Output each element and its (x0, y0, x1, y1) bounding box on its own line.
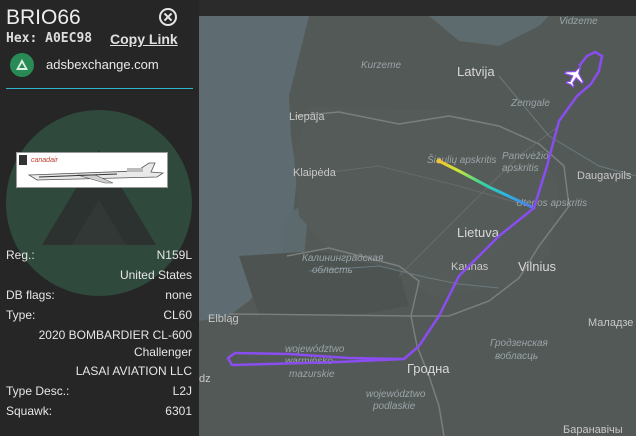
aircraft-info-panel: BRIO66 Hex: A0EC98 Copy Link adsbexchang… (0, 0, 199, 436)
squawk-label: Squawk: (6, 404, 53, 418)
map-label-hrodna-obl-2: вобласць (495, 350, 538, 362)
map-top-bar (199, 0, 636, 16)
adsb-logo-icon[interactable] (10, 53, 34, 77)
map-label-daugavpils: Daugavpils (577, 170, 632, 182)
close-icon[interactable] (159, 8, 177, 26)
gulf-of-riga (429, 16, 549, 46)
photo-caption: canadair (31, 157, 59, 164)
map-label-warminsko-3: mazurskie (289, 369, 335, 380)
squawk-value: 6301 (165, 404, 192, 418)
hex-code: Hex: A0EC98 (6, 31, 92, 46)
type-value: CL60 (163, 308, 192, 322)
map-label-liepaja: Liepāja (289, 111, 325, 123)
site-link[interactable]: adsbexchange.com (46, 57, 159, 72)
owner-value: LASAI AVIATION LLC (75, 364, 192, 378)
map-label-zemgale: Zemgale (510, 98, 550, 109)
map-label-malade: Маладзе (588, 317, 633, 329)
map-label-klaipeda: Klaipėda (293, 167, 337, 179)
model-value: 2020 BOMBARDIER CL-600 (38, 328, 192, 342)
model-subvalue: Challenger (133, 345, 192, 359)
map-label-baranavichy: Баранавічы (563, 424, 623, 436)
map-label-hrodna: Гродна (407, 361, 450, 376)
type-label: Type: (6, 308, 36, 322)
divider (6, 88, 193, 89)
map-view[interactable]: Vidzeme Kurzeme Latvija Zemgale Liepāja … (199, 16, 636, 436)
db-flags-value: none (165, 288, 192, 302)
reg-value: N159L (156, 248, 192, 262)
map-label-dz: dz (199, 373, 211, 385)
country-value: United States (119, 268, 192, 282)
map-label-kaunas: Kaunas (451, 261, 489, 273)
map-label-panevezio: Panevėžio (502, 151, 549, 162)
map-label-kaliningrad-1: Калининградская (302, 253, 384, 264)
map-label-podlaskie-2: podlaskie (372, 401, 416, 412)
map-label-apskritis: apskritis (502, 163, 539, 174)
track-start-dot (436, 158, 442, 164)
aircraft-photo: canadair (16, 152, 168, 188)
map-label-hrodna-obl-1: Гродзенская (490, 338, 549, 349)
map-label-kurzeme: Kurzeme (361, 60, 401, 71)
copy-link[interactable]: Copy Link (110, 31, 178, 47)
type-desc-value: L2J (172, 384, 192, 398)
callsign: BRIO66 (6, 6, 81, 29)
db-flags-label: DB flags: (6, 288, 55, 302)
map-label-lietuva: Lietuva (457, 225, 500, 240)
type-desc-label: Type Desc.: (6, 384, 70, 398)
hex-label: Hex: (6, 31, 38, 46)
map-label-podlaskie-1: województwo (366, 389, 426, 400)
reg-label: Reg.: (6, 248, 35, 262)
map-label-latvija: Latvija (457, 64, 495, 79)
aircraft-icon (563, 64, 584, 89)
map-label-elblag: Elbląg (208, 313, 239, 325)
map-label-kaliningrad-2: область (312, 264, 353, 276)
map-label-vilnius: Vilnius (518, 259, 557, 274)
hex-value: A0EC98 (45, 31, 93, 46)
map-label-vidzeme: Vidzeme (559, 16, 598, 27)
